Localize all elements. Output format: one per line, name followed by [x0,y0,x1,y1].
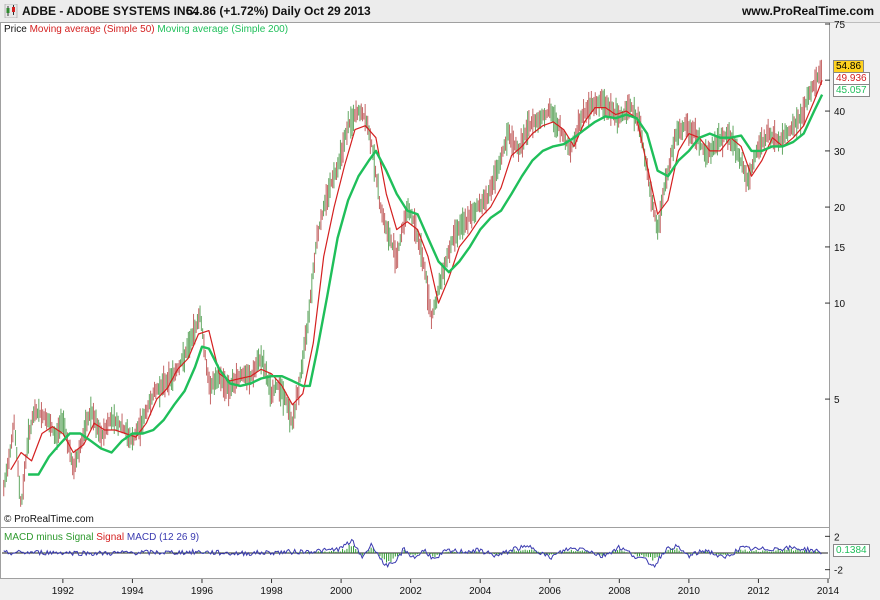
legend-ma50: Moving average (Simple 50) [29,24,155,35]
x-tick-label: 1996 [191,586,214,597]
price-legend: Price Moving average (Simple 50) Moving … [4,24,288,35]
legend-ma200: Moving average (Simple 200) [157,24,289,35]
title-bar: ADBE - ADOBE SYSTEMS INC. 54.86 (+1.72%)… [0,0,880,23]
last-price: 54.86 (+1.72%) [186,4,269,18]
ma200-value-box: 45.057 [833,84,870,97]
x-tick-label: 2004 [469,586,492,597]
y-tick-label: 30 [834,147,846,158]
x-tick-label: 2014 [817,586,840,597]
macd-y-tick-label: -2 [834,566,843,577]
x-tick-label: 1994 [121,586,144,597]
x-tick-label: 2006 [539,586,562,597]
legend-macd-hist: MACD minus Signal [4,532,94,543]
x-tick-label: 1998 [260,586,283,597]
legend-price: Price [4,24,27,35]
y-tick-label: 10 [834,299,846,310]
candlestick-icon [4,4,18,18]
period-date: Daily Oct 29 2013 [272,4,371,18]
x-tick-label: 2008 [608,586,631,597]
price-panel[interactable] [0,22,830,528]
watermark: © ProRealTime.com [4,514,94,525]
x-tick-label: 2012 [747,586,770,597]
ticker-title: ADBE - ADOBE SYSTEMS INC. [22,4,198,18]
y-tick-label: 5 [834,395,840,406]
x-tick-label: 2010 [678,586,701,597]
legend-macd: MACD (12 26 9) [126,532,200,543]
x-tick-label: 2000 [330,586,353,597]
x-tick-label: 2002 [400,586,423,597]
y-tick-label: 40 [834,107,846,118]
y-tick-label: 20 [834,203,846,214]
macd-value-box: 0.1384 [833,544,870,557]
site-link[interactable]: www.ProRealTime.com [742,4,874,18]
macd-legend: MACD minus Signal Signal MACD (12 26 9) [4,532,199,543]
x-tick-label: 1992 [52,586,75,597]
macd-y-tick-label: 2 [834,532,840,543]
legend-signal: Signal [96,532,125,543]
y-tick-label: 15 [834,243,846,254]
